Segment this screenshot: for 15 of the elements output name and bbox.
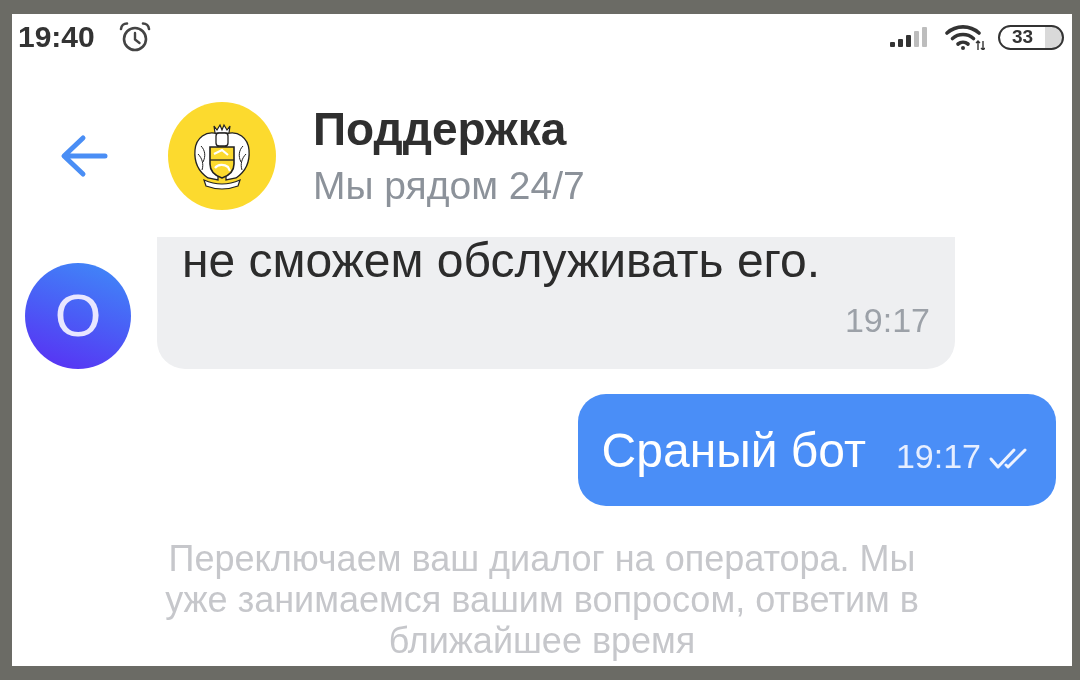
- alarm-clock-icon: [118, 22, 151, 52]
- system-message: Переключаем ваш диалог на оператора. Мы уже занимаемся вашим вопросом, ответим в ближайшее время: [164, 538, 920, 661]
- message-text: Сраный бот: [601, 427, 866, 475]
- signal-icon: [890, 27, 928, 47]
- operator-avatar: О: [25, 263, 131, 369]
- message-time: 19:17: [895, 439, 981, 473]
- message-time: 19:17: [843, 303, 930, 337]
- battery-indicator: 33: [998, 24, 1064, 50]
- status-time: 19:40: [18, 22, 95, 52]
- chat-subtitle: Мы рядом 24/7: [313, 164, 585, 208]
- chat-title: Поддержка: [313, 103, 568, 155]
- wifi-icon: [945, 24, 985, 50]
- message-text: не сможем обслуживать его.: [182, 237, 822, 285]
- crest-logo-icon: [168, 102, 276, 210]
- back-arrow-icon: [60, 134, 108, 178]
